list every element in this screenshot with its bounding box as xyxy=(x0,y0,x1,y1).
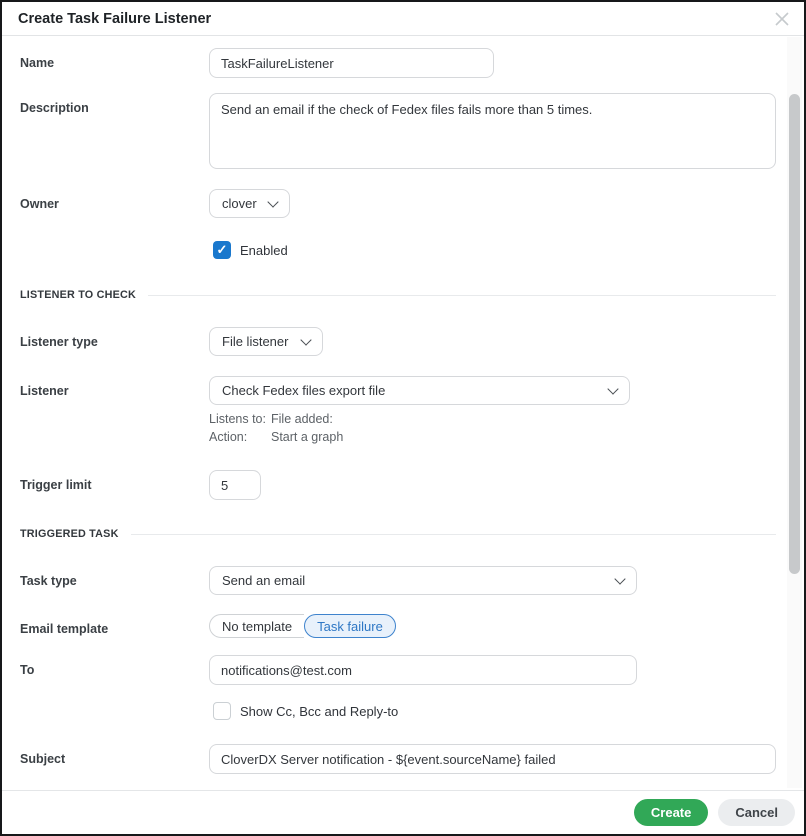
owner-select[interactable]: clover xyxy=(209,189,290,218)
listener-row: Listener Check Fedex files export file L… xyxy=(20,376,776,448)
show-cc-row: Show Cc, Bcc and Reply-to xyxy=(20,702,776,720)
cancel-button[interactable]: Cancel xyxy=(718,799,795,826)
subject-label: Subject xyxy=(20,744,209,766)
task-type-select-value: Send an email xyxy=(222,573,305,588)
listener-select-value: Check Fedex files export file xyxy=(222,383,385,398)
section-triggered-task: TRIGGERED TASK xyxy=(20,528,776,540)
description-textarea[interactable]: Send an email if the check of Fedex file… xyxy=(209,93,776,169)
to-input[interactable] xyxy=(209,655,637,685)
trigger-limit-input[interactable] xyxy=(209,470,261,500)
listener-type-select[interactable]: File listener xyxy=(209,327,323,356)
listener-type-label: Listener type xyxy=(20,327,209,349)
owner-row: Owner clover xyxy=(20,189,776,218)
modal-title: Create Task Failure Listener xyxy=(18,11,211,27)
listener-type-row: Listener type File listener xyxy=(20,327,776,356)
chevron-down-icon xyxy=(607,383,618,394)
listener-info-value: Start a graph xyxy=(271,430,343,444)
section-listener-title: LISTENER TO CHECK xyxy=(20,289,136,301)
to-label: To xyxy=(20,655,209,677)
email-template-row: Email template No template Task failure xyxy=(20,614,776,638)
chevron-down-icon xyxy=(300,334,311,345)
name-label: Name xyxy=(20,48,209,70)
name-input[interactable] xyxy=(209,48,494,78)
trigger-limit-row: Trigger limit xyxy=(20,470,776,500)
chevron-down-icon xyxy=(614,573,625,584)
trigger-limit-label: Trigger limit xyxy=(20,470,209,492)
description-row: Description Send an email if the check o… xyxy=(20,93,776,169)
modal-body: Name Description Send an email if the ch… xyxy=(2,37,804,788)
enabled-row: ✓ Enabled xyxy=(20,241,776,259)
segment-task-failure[interactable]: Task failure xyxy=(304,614,396,638)
modal-header: Create Task Failure Listener xyxy=(2,2,804,36)
enabled-checkbox-label: Enabled xyxy=(240,243,288,258)
listener-info-key: Action: xyxy=(209,430,271,444)
listener-info-row: Action: Start a graph xyxy=(209,430,630,444)
listener-select[interactable]: Check Fedex files export file xyxy=(209,376,630,405)
listener-field-group: Check Fedex files export file Listens to… xyxy=(209,376,630,448)
vertical-scrollbar[interactable] xyxy=(787,37,802,788)
section-listener-to-check: LISTENER TO CHECK xyxy=(20,289,776,301)
listener-info-key: Listens to: xyxy=(209,412,271,426)
show-cc-checkbox[interactable] xyxy=(213,702,231,720)
description-label: Description xyxy=(20,93,209,115)
subject-row: Subject xyxy=(20,744,776,774)
listener-info-row: Listens to: File added: xyxy=(209,412,630,426)
email-template-label: Email template xyxy=(20,614,209,636)
owner-select-value: clover xyxy=(222,196,257,211)
close-icon[interactable] xyxy=(773,10,791,28)
task-type-row: Task type Send an email xyxy=(20,566,776,595)
enabled-checkbox[interactable]: ✓ xyxy=(213,241,231,259)
section-task-title: TRIGGERED TASK xyxy=(20,528,119,540)
modal-footer: Create Cancel xyxy=(2,790,804,834)
chevron-down-icon xyxy=(267,196,278,207)
email-template-segmented-control: No template Task failure xyxy=(209,614,396,638)
listener-label: Listener xyxy=(20,376,209,398)
segment-no-template[interactable]: No template xyxy=(209,614,304,638)
name-row: Name xyxy=(20,48,776,78)
task-type-label: Task type xyxy=(20,566,209,588)
section-divider xyxy=(148,295,776,296)
to-row: To xyxy=(20,655,776,685)
subject-input[interactable] xyxy=(209,744,776,774)
listener-info-value: File added: xyxy=(271,412,333,426)
task-type-select[interactable]: Send an email xyxy=(209,566,637,595)
scrollbar-thumb[interactable] xyxy=(789,94,800,574)
owner-label: Owner xyxy=(20,189,209,211)
section-divider xyxy=(131,534,776,535)
listener-info: Listens to: File added: Action: Start a … xyxy=(209,412,630,444)
show-cc-checkbox-label: Show Cc, Bcc and Reply-to xyxy=(240,704,398,719)
create-button[interactable]: Create xyxy=(634,799,708,826)
listener-type-select-value: File listener xyxy=(222,334,288,349)
